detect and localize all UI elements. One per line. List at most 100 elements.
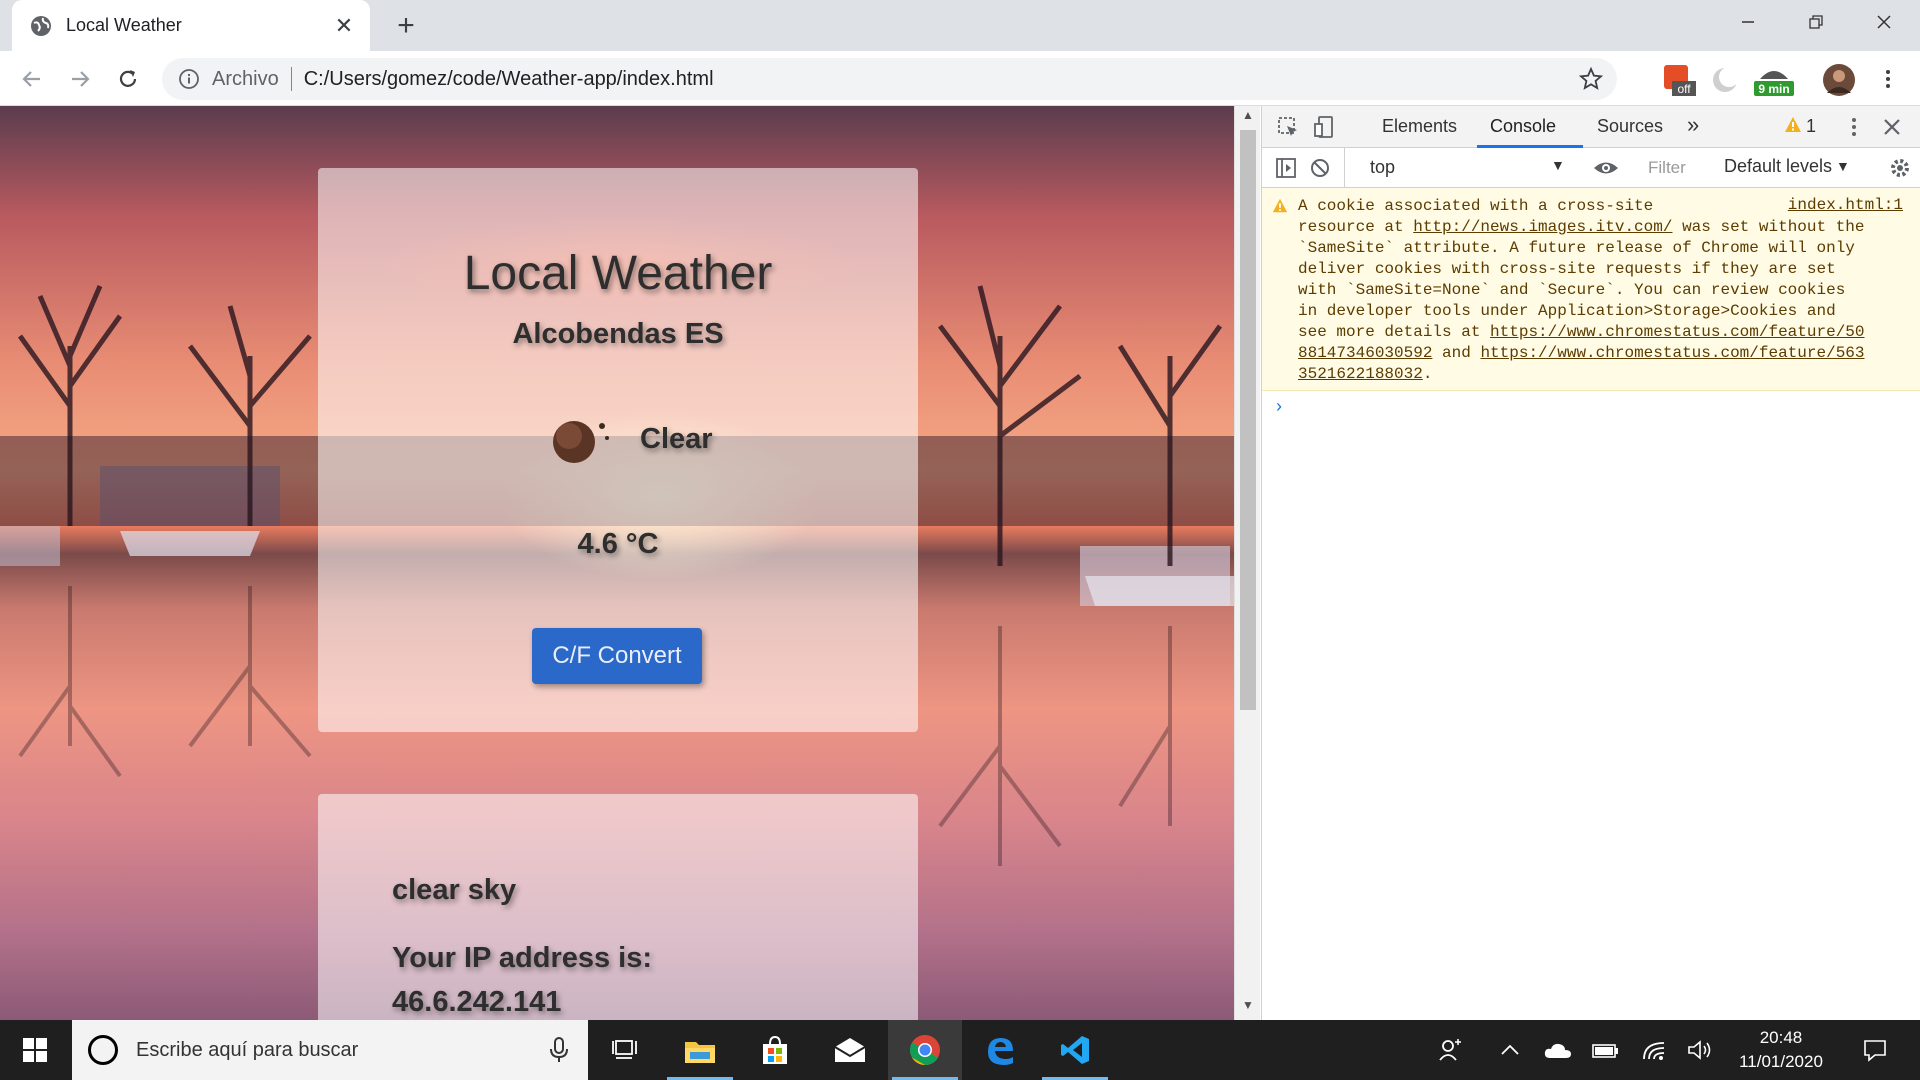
details-card: clear sky Your IP address is: 46.6.242.1… [318, 794, 918, 1020]
extension-timer-badge: 9 min [1758, 82, 1789, 96]
browser-toolbar: Archivo C:/Users/gomez/code/Weather-app/… [0, 51, 1920, 106]
forward-icon[interactable] [62, 61, 98, 97]
browser-menu-icon[interactable] [1870, 61, 1906, 97]
notifications-icon[interactable] [1850, 1020, 1900, 1080]
warning-line: in developer tools under Application>Sto… [1298, 302, 1836, 320]
chromestatus-link-1-cont[interactable]: 88147346030592 [1298, 344, 1432, 362]
tab-console[interactable]: Console [1490, 116, 1556, 137]
scroll-down-icon[interactable]: ▼ [1235, 998, 1261, 1018]
cortana-icon[interactable] [88, 1035, 118, 1065]
back-icon[interactable] [14, 61, 50, 97]
warning-line: A cookie associated with a cross-site [1298, 197, 1654, 215]
profile-avatar[interactable] [1822, 63, 1856, 97]
system-clock[interactable]: 20:48 11/01/2020 [1726, 1026, 1836, 1074]
browser-tab-strip: Local Weather ✕ + [0, 0, 1920, 51]
weather-card: Local Weather Alcobendas ES Clear 4.6 °C… [318, 168, 918, 732]
microphone-icon[interactable] [544, 1035, 574, 1065]
devtools-tab-bar: Elements Console Sources » 1 [1262, 106, 1920, 148]
warning-line: resource at [1298, 218, 1414, 236]
more-tabs-button[interactable]: » [1687, 112, 1699, 138]
console-prompt[interactable]: › [1276, 396, 1282, 417]
reload-icon[interactable] [110, 61, 146, 97]
warning-count[interactable]: 1 [1806, 116, 1816, 137]
context-dropdown-icon[interactable]: ▼ [1551, 157, 1565, 173]
browser-tab[interactable]: Local Weather ✕ [12, 0, 370, 51]
close-window-icon[interactable] [1850, 0, 1918, 44]
warning-line: with `SameSite=None` and `Secure`. You c… [1298, 281, 1846, 299]
close-tab-icon[interactable]: ✕ [332, 13, 356, 38]
taskbar-search-box[interactable]: Escribe aquí para buscar [72, 1020, 588, 1080]
chromestatus-link-2-cont[interactable]: 3521622188032 [1298, 365, 1423, 383]
people-icon[interactable] [1432, 1020, 1472, 1080]
task-view-icon[interactable] [588, 1020, 662, 1080]
live-expression-eye-icon[interactable] [1592, 156, 1620, 180]
file-explorer-icon[interactable] [663, 1020, 737, 1080]
bookmark-star-icon[interactable] [1579, 67, 1603, 91]
filter-input[interactable]: Filter [1648, 158, 1686, 178]
close-devtools-icon[interactable] [1880, 115, 1904, 139]
toolbar-divider [1344, 148, 1345, 188]
cookie-resource-link[interactable]: http://news.images.itv.com/ [1413, 218, 1672, 236]
page-viewport: Local Weather Alcobendas ES Clear 4.6 °C… [0, 106, 1234, 1020]
url-separator [290, 67, 292, 91]
ip-address: 46.6.242.141 [392, 986, 562, 1018]
weather-description: clear sky [392, 874, 517, 906]
mail-icon[interactable] [813, 1020, 887, 1080]
store-icon[interactable] [738, 1020, 812, 1080]
clock-time: 20:48 [1759, 1028, 1803, 1047]
vscode-icon[interactable] [1038, 1020, 1112, 1080]
warning-line: was set without the [1672, 218, 1865, 236]
console-toolbar: top ▼ Filter Default levels ▼ [1262, 148, 1920, 188]
url-scheme-label: Archivo [212, 67, 279, 90]
windows-taskbar: Escribe aquí para buscar 20:48 11/01/202… [0, 1020, 1920, 1080]
minimize-icon[interactable] [1714, 0, 1782, 44]
message-warning-icon [1272, 198, 1288, 213]
edge-icon[interactable] [963, 1020, 1037, 1080]
settings-gear-icon[interactable] [1888, 156, 1912, 180]
convert-units-button[interactable]: C/F Convert [532, 628, 702, 684]
devtools-menu-icon[interactable] [1842, 115, 1866, 139]
console-warning-message: index.html:1 A cookie associated with a … [1262, 188, 1920, 391]
weather-title: Local Weather [463, 247, 773, 300]
tab-elements[interactable]: Elements [1382, 116, 1457, 137]
context-selector[interactable]: top [1370, 157, 1395, 178]
clear-console-icon[interactable] [1308, 156, 1332, 180]
warning-text: A cookie associated with a cross-site re… [1298, 196, 1898, 385]
extension-off-icon[interactable]: off [1662, 63, 1696, 97]
extension-timer-icon[interactable]: 9 min [1752, 63, 1796, 97]
inspect-element-icon[interactable] [1276, 115, 1300, 139]
weather-condition: Clear [640, 423, 713, 455]
windows-start-icon[interactable] [0, 1020, 70, 1080]
new-tab-button[interactable]: + [390, 9, 422, 42]
warning-line: see more details at [1298, 323, 1491, 341]
warning-icon[interactable] [1784, 116, 1802, 134]
scroll-up-icon[interactable]: ▲ [1235, 108, 1261, 128]
info-icon[interactable] [178, 68, 200, 90]
log-levels-dropdown[interactable]: Default levels [1724, 156, 1832, 177]
volume-icon[interactable] [1680, 1020, 1720, 1080]
device-toolbar-icon[interactable] [1312, 115, 1336, 139]
restore-icon[interactable] [1782, 0, 1850, 44]
tab-sources[interactable]: Sources [1597, 116, 1663, 137]
search-placeholder: Escribe aquí para buscar [136, 1038, 359, 1061]
sidebar-toggle-icon[interactable] [1274, 156, 1298, 180]
clock-date: 11/01/2020 [1739, 1052, 1823, 1071]
page-scrollbar[interactable]: ▲ ▼ [1234, 106, 1260, 1020]
show-hidden-icons-chevron-icon[interactable] [1492, 1020, 1528, 1080]
city-name: Alcobendas ES [512, 318, 724, 350]
warning-line: deliver cookies with cross-site requests… [1298, 260, 1836, 278]
battery-icon[interactable] [1586, 1020, 1626, 1080]
chromestatus-link-2[interactable]: https://www.chromestatus.com/feature/563 [1480, 344, 1864, 362]
warning-line: and [1432, 344, 1481, 362]
extension-moon-icon[interactable] [1708, 63, 1742, 97]
address-bar[interactable]: Archivo C:/Users/gomez/code/Weather-app/… [162, 58, 1617, 100]
url-text[interactable]: C:/Users/gomez/code/Weather-app/index.ht… [304, 68, 714, 91]
weather-moon-icon [553, 421, 609, 463]
chromestatus-link-1[interactable]: https://www.chromestatus.com/feature/50 [1490, 323, 1864, 341]
chrome-taskbar-icon[interactable] [888, 1020, 962, 1080]
wifi-icon[interactable] [1634, 1020, 1674, 1080]
onedrive-cloud-icon[interactable] [1538, 1020, 1578, 1080]
levels-dropdown-icon[interactable]: ▼ [1836, 158, 1850, 174]
temperature: 4.6 °C [577, 528, 659, 560]
scrollbar-thumb[interactable] [1240, 130, 1256, 710]
